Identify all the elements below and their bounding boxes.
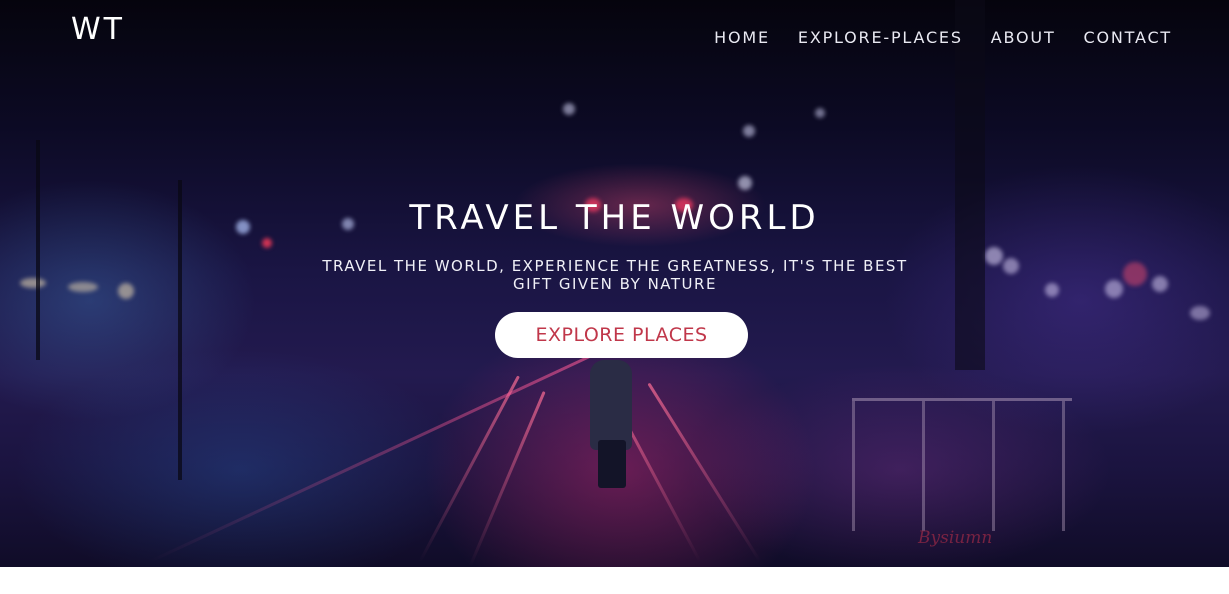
rail-line — [468, 391, 546, 567]
bokeh-light — [738, 176, 752, 190]
bokeh-light — [1105, 280, 1123, 298]
nav-home[interactable]: HOME — [714, 28, 770, 47]
main-nav: HOME EXPLORE-PLACES ABOUT CONTACT — [714, 28, 1172, 47]
street-pole — [36, 140, 40, 360]
hero-subtitle: TRAVEL THE WORLD, EXPERIENCE THE GREATNE… — [322, 257, 908, 293]
bokeh-light — [563, 103, 575, 115]
site-logo[interactable]: WT — [71, 12, 125, 47]
rail-line — [418, 375, 520, 563]
nav-contact[interactable]: CONTACT — [1084, 28, 1172, 47]
rail-line — [149, 348, 604, 563]
person-silhouette — [590, 360, 632, 450]
nav-about[interactable]: ABOUT — [991, 28, 1056, 47]
bokeh-light — [118, 283, 134, 299]
bokeh-light — [1003, 258, 1019, 274]
bokeh-light — [20, 278, 46, 288]
explore-places-button[interactable]: EXPLORE PLACES — [495, 312, 748, 358]
bokeh-light — [985, 247, 1003, 265]
bokeh-light — [1123, 262, 1147, 286]
bokeh-light — [1152, 276, 1168, 292]
nav-explore-places[interactable]: EXPLORE-PLACES — [798, 28, 963, 47]
hero-title: TRAVEL THE WORLD — [409, 198, 820, 238]
platform-railing — [852, 398, 1072, 531]
bokeh-light — [1190, 306, 1210, 320]
bokeh-light — [1045, 283, 1059, 297]
rail-line — [647, 382, 762, 563]
person-legs — [598, 440, 626, 488]
bokeh-light — [743, 125, 755, 137]
bokeh-light — [815, 108, 825, 118]
street-pole — [955, 0, 985, 370]
bokeh-light — [68, 282, 98, 292]
watermark: Bysiumn — [918, 528, 993, 548]
bokeh-light — [262, 238, 272, 248]
